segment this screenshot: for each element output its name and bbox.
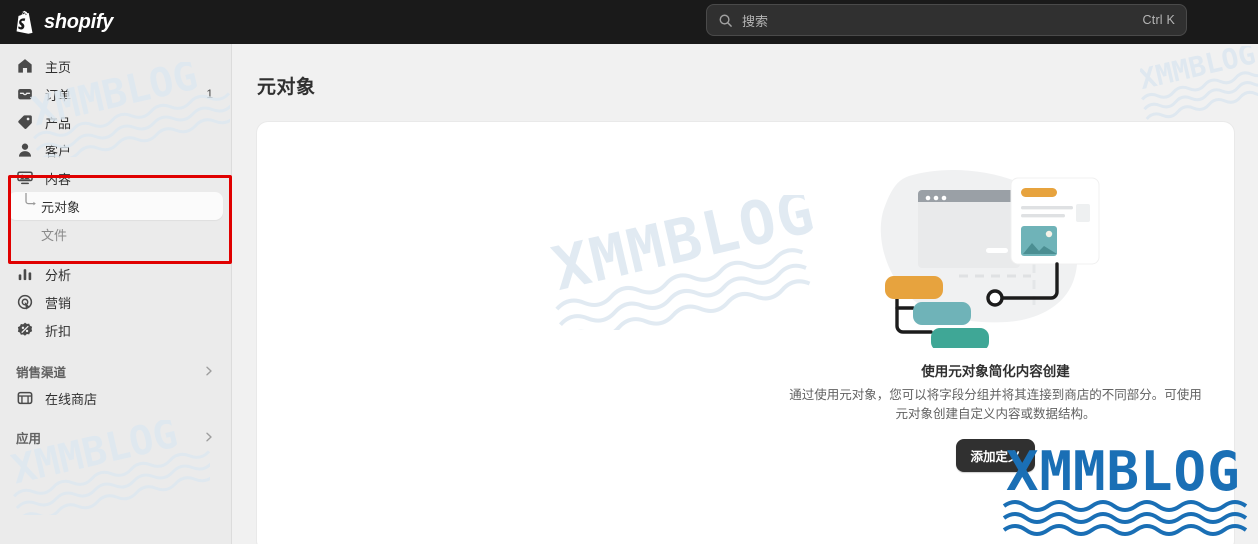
search-bar[interactable]: 搜索 Ctrl K xyxy=(706,4,1187,36)
chevron-right-icon xyxy=(206,366,212,376)
tree-elbow-icon xyxy=(25,193,36,206)
empty-state-description: 通过使用元对象，您可以将字段分组并将其连接到商店的不同部分。可使用元对象创建自定… xyxy=(789,388,1202,422)
sidebar-subitem-label: 元对象 xyxy=(41,199,81,215)
sidebar-item-label: 在线商店 xyxy=(45,391,98,407)
sidebar-section-title: 应用 xyxy=(16,431,42,446)
marketing-target-icon xyxy=(17,294,33,311)
customer-person-icon xyxy=(18,143,32,157)
empty-state: 使用元对象简化内容创建 通过使用元对象，您可以将字段分组并将其连接到商店的不同部… xyxy=(257,168,1234,472)
sidebar-subitem-files[interactable]: 文件 xyxy=(8,220,223,248)
search-icon xyxy=(719,14,732,27)
sidebar-item-analytics[interactable]: 分析 xyxy=(8,260,223,288)
sidebar-item-label: 主页 xyxy=(45,59,72,75)
metaobjects-illustration xyxy=(880,170,1099,348)
analytics-bars-icon xyxy=(18,269,32,281)
sidebar-subitem-metaobjects[interactable]: 元对象 xyxy=(8,192,223,220)
shopify-admin-window: shopify 搜索 Ctrl K 主页 订单 1 产品 客户 内容 元对象 文… xyxy=(0,0,1258,544)
product-tag-icon xyxy=(18,115,32,129)
sidebar-section-apps[interactable]: 应用 xyxy=(8,424,223,450)
top-bar: shopify 搜索 Ctrl K xyxy=(0,0,1258,44)
content-media-icon xyxy=(17,171,33,185)
sidebar-item-marketing[interactable]: 营销 xyxy=(8,288,223,316)
sidebar-item-products[interactable]: 产品 xyxy=(8,108,223,136)
sidebar-item-label: 客户 xyxy=(45,143,72,159)
online-store-icon xyxy=(17,391,33,405)
sidebar-section-sales-channels[interactable]: 销售渠道 xyxy=(8,358,223,384)
sidebar-item-label: 折扣 xyxy=(45,323,72,339)
sidebar-item-orders[interactable]: 订单 1 xyxy=(8,80,223,108)
sidebar-section-title: 销售渠道 xyxy=(16,365,67,380)
search-input[interactable]: 搜索 xyxy=(742,11,1143,30)
sidebar-item-home[interactable]: 主页 xyxy=(8,52,223,80)
sidebar-nav: 主页 订单 1 产品 客户 内容 元对象 文件 分析 营销 折扣 销售渠道 在线… xyxy=(0,44,232,544)
sidebar-item-label: 订单 xyxy=(45,87,72,103)
main-content: 元对象 使用元对象简化内容创建 通过使用元对象，您可以将字段分组并将其连接到商店… xyxy=(233,44,1258,544)
sidebar-item-label: 产品 xyxy=(45,115,72,131)
home-icon xyxy=(18,59,32,73)
sidebar-subitem-label: 文件 xyxy=(41,227,68,243)
shopify-logo[interactable]: shopify xyxy=(14,10,113,35)
shopify-bag-icon xyxy=(16,10,33,34)
sidebar-item-discounts[interactable]: 折扣 xyxy=(8,316,223,344)
add-definition-button[interactable]: 添加定义 xyxy=(956,438,1035,472)
brand-name: shopify xyxy=(44,10,114,33)
sidebar-item-customers[interactable]: 客户 xyxy=(8,136,223,164)
search-shortcut-hint: Ctrl K xyxy=(1142,13,1175,27)
metaobjects-card: 使用元对象简化内容创建 通过使用元对象，您可以将字段分组并将其连接到商店的不同部… xyxy=(257,122,1234,544)
page-title: 元对象 xyxy=(257,77,316,98)
sidebar-item-badge: 1 xyxy=(206,87,213,101)
empty-state-title: 使用元对象简化内容创建 xyxy=(921,364,1070,379)
sidebar-item-online-store[interactable]: 在线商店 xyxy=(8,384,223,412)
sidebar-item-content[interactable]: 内容 xyxy=(8,164,223,192)
sidebar-item-label: 营销 xyxy=(45,295,72,311)
chevron-right-icon xyxy=(206,432,212,442)
orders-inbox-icon xyxy=(18,88,32,100)
discount-badge-icon xyxy=(17,322,33,336)
sidebar-item-label: 内容 xyxy=(45,171,72,187)
sidebar-item-label: 分析 xyxy=(45,267,72,283)
